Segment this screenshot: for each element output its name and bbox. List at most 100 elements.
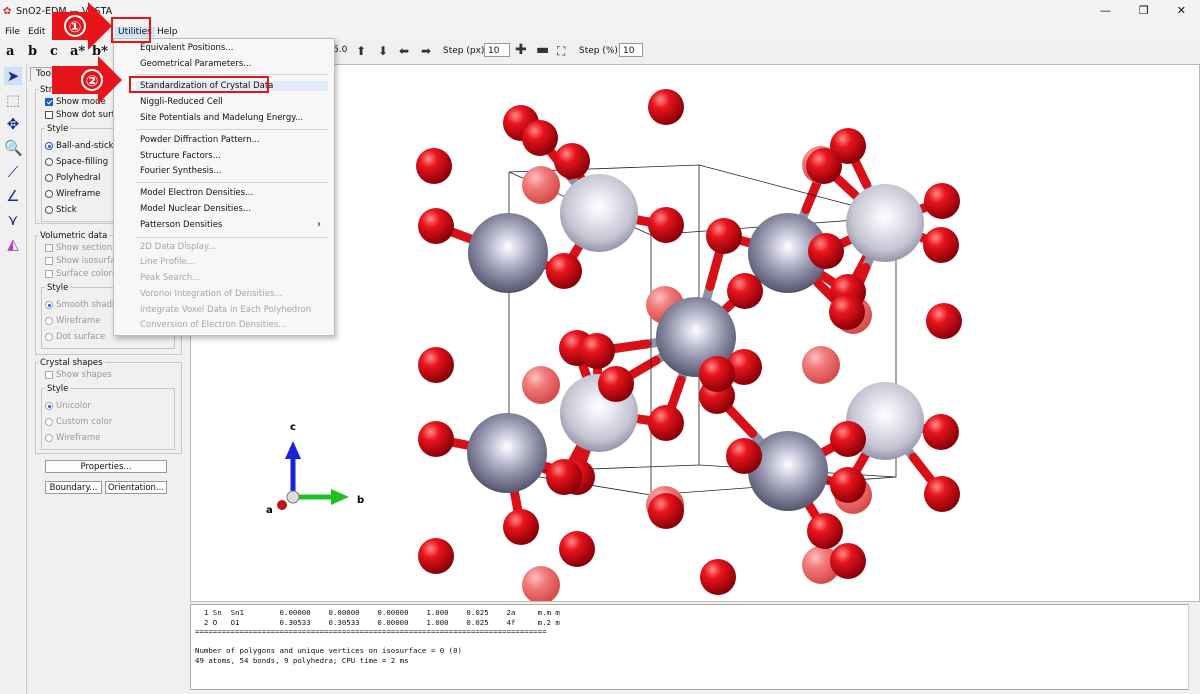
menu-edit[interactable]: Edit [25, 27, 48, 37]
smooth-shading-radio[interactable]: Smooth shadin [45, 300, 120, 310]
menu-item-site-potentials[interactable]: Site Potentials and Madelung Energy... [140, 113, 303, 123]
oxygen-atom [598, 366, 634, 402]
oxygen-atom [416, 148, 452, 184]
a-axis-arrow [277, 500, 287, 510]
menu-item-conversion-of-electron-densities[interactable]: Conversion of Electron Densities... [140, 320, 286, 330]
rotate-down-icon[interactable]: ⬇ [378, 44, 388, 58]
rotate-left-icon[interactable]: ⬅ [399, 44, 409, 58]
oxygen-atom [559, 531, 595, 567]
menu-item-model-electron-densities[interactable]: Model Electron Densities... [140, 188, 253, 198]
oxygen-atom [700, 559, 736, 595]
oxygen-atom [648, 89, 684, 125]
properties-button[interactable]: Properties... [45, 460, 167, 473]
angle-tool-icon[interactable]: ∠ [4, 187, 22, 205]
structure-viewport[interactable]: c b a [190, 64, 1200, 604]
translate-tool-icon[interactable]: ✥ [4, 115, 22, 133]
console-line: 1 Sn Sn1 0.00000 0.00000 0.00000 1.000 0… [195, 608, 560, 617]
crystal-structure-render[interactable]: c b a [191, 65, 1199, 604]
menu-separator [136, 74, 328, 75]
atoms [416, 89, 962, 604]
unicolor-radio[interactable]: Unicolor [45, 401, 91, 411]
oxygen-atom [830, 421, 866, 457]
step2-marker: ② [81, 69, 103, 91]
oxygen-atom [546, 459, 582, 495]
oxygen-atom [924, 183, 960, 219]
zoom-in-icon[interactable]: ✚ [515, 42, 527, 58]
crystal-wireframe-radio[interactable]: Wireframe [45, 433, 100, 443]
custom-color-radio[interactable]: Custom color [45, 417, 112, 427]
show-isosurface-checkbox[interactable]: Show isosurfac [45, 256, 120, 266]
console-scrollbar[interactable] [1188, 604, 1200, 690]
menu-file[interactable]: File [2, 27, 23, 37]
show-sections-checkbox[interactable]: Show sections [45, 243, 117, 253]
style-space-filling-radio[interactable]: Space-filling [45, 157, 108, 167]
menu-item-peak-search[interactable]: Peak Search... [140, 273, 200, 283]
rotate-right-icon[interactable]: ➡ [421, 44, 431, 58]
b-axis-arrow [331, 489, 349, 505]
close-icon[interactable]: ✕ [1177, 4, 1186, 17]
axes-indicator: c b a [266, 422, 364, 516]
style-ball-and-stick-radio[interactable]: Ball-and-stick [45, 141, 114, 151]
oxygen-atom [579, 333, 615, 369]
tin-atom [560, 174, 638, 252]
zoom-out-icon[interactable]: ▬ [536, 42, 549, 58]
menu-item-voronoi-integration[interactable]: Voronoi Integration of Densities... [140, 289, 282, 299]
menu-item-niggli-reduced-cell[interactable]: Niggli-Reduced Cell [140, 97, 223, 107]
a-axis-label: a [266, 505, 273, 516]
select-tool-icon[interactable]: ➤ [4, 67, 22, 85]
region-select-tool-icon[interactable]: ⬚ [4, 91, 22, 109]
step1-marker: ① [64, 15, 86, 37]
menu-item-model-nuclear-densities[interactable]: Model Nuclear Densities... [140, 204, 251, 214]
style-wireframe-radio[interactable]: Wireframe [45, 189, 100, 199]
show-shapes-checkbox[interactable]: Show shapes [45, 370, 112, 380]
view-along-a-button[interactable]: a [6, 44, 14, 59]
oxygen-atom [522, 366, 560, 404]
step-pct-input[interactable]: 10 [619, 43, 643, 57]
menu-item-powder-diffraction-pattern[interactable]: Powder Diffraction Pattern... [140, 135, 260, 145]
output-console[interactable]: 1 Sn Sn1 0.00000 0.00000 0.00000 1.000 0… [190, 604, 1196, 690]
oxygen-atom [418, 208, 454, 244]
minimize-icon[interactable]: — [1100, 4, 1111, 17]
surface-coloring-checkbox[interactable]: Surface colorin [45, 269, 120, 279]
maximize-icon[interactable]: ❐ [1139, 4, 1149, 17]
volumetric-wireframe-radio[interactable]: Wireframe [45, 316, 100, 326]
fit-to-screen-icon[interactable]: ⛶ [557, 44, 565, 59]
show-dot-surface-checkbox[interactable]: Show dot surfa [45, 110, 120, 120]
c-axis-label: c [290, 422, 296, 433]
step-px-input[interactable]: 10 [484, 43, 510, 57]
oxygen-atom [802, 346, 840, 384]
view-along-b-button[interactable]: b [28, 44, 37, 59]
menu-item-line-profile[interactable]: Line Profile... [140, 257, 195, 267]
oxygen-atom [418, 538, 454, 574]
style-stick-radio[interactable]: Stick [45, 205, 77, 215]
menu-item-patterson-densities[interactable]: Patterson Densities [140, 220, 222, 230]
oxygen-atom [923, 414, 959, 450]
magnify-tool-icon[interactable]: 🔍 [4, 139, 23, 157]
step-pct-label: Step (%): [579, 46, 621, 56]
dihedral-tool-icon[interactable]: ⋎ [4, 211, 22, 229]
menu-item-equivalent-positions[interactable]: Equivalent Positions... [140, 43, 233, 53]
dot-surface-radio[interactable]: Dot surface [45, 332, 105, 342]
menu-item-geometrical-parameters[interactable]: Geometrical Parameters... [140, 59, 251, 69]
orientation-button[interactable]: Orientation... [105, 481, 167, 494]
menu-item-fourier-synthesis[interactable]: Fourier Synthesis... [140, 166, 222, 176]
distance-tool-icon[interactable]: ⟋ [4, 163, 22, 181]
oxygen-atom [923, 227, 959, 263]
menu-help[interactable]: Help [154, 27, 181, 37]
boundary-button[interactable]: Boundary... [45, 481, 102, 494]
tin-atom [467, 413, 547, 493]
lattice-plane-tool-icon[interactable]: ◭ [4, 235, 22, 253]
console-line: 2 O O1 0.30533 0.30533 0.00000 1.000 0.0… [195, 617, 560, 627]
oxygen-atom [706, 218, 742, 254]
menu-item-integrate-voxel-data[interactable]: Integrate Voxel Data in Each Polyhedron [140, 305, 311, 315]
c-axis-arrow [285, 441, 301, 459]
model-style-title: Style [45, 124, 71, 134]
style-polyhedral-radio[interactable]: Polyhedral [45, 173, 101, 183]
oxygen-atom [830, 543, 866, 579]
menu-item-structure-factors[interactable]: Structure Factors... [140, 151, 221, 161]
rotate-up-icon[interactable]: ⬆ [356, 44, 366, 58]
oxygen-atom [829, 294, 865, 330]
menu-item-2d-data-display[interactable]: 2D Data Display... [140, 242, 216, 252]
oxygen-atom [807, 513, 843, 549]
window-controls: — ❐ ✕ [1100, 4, 1186, 17]
